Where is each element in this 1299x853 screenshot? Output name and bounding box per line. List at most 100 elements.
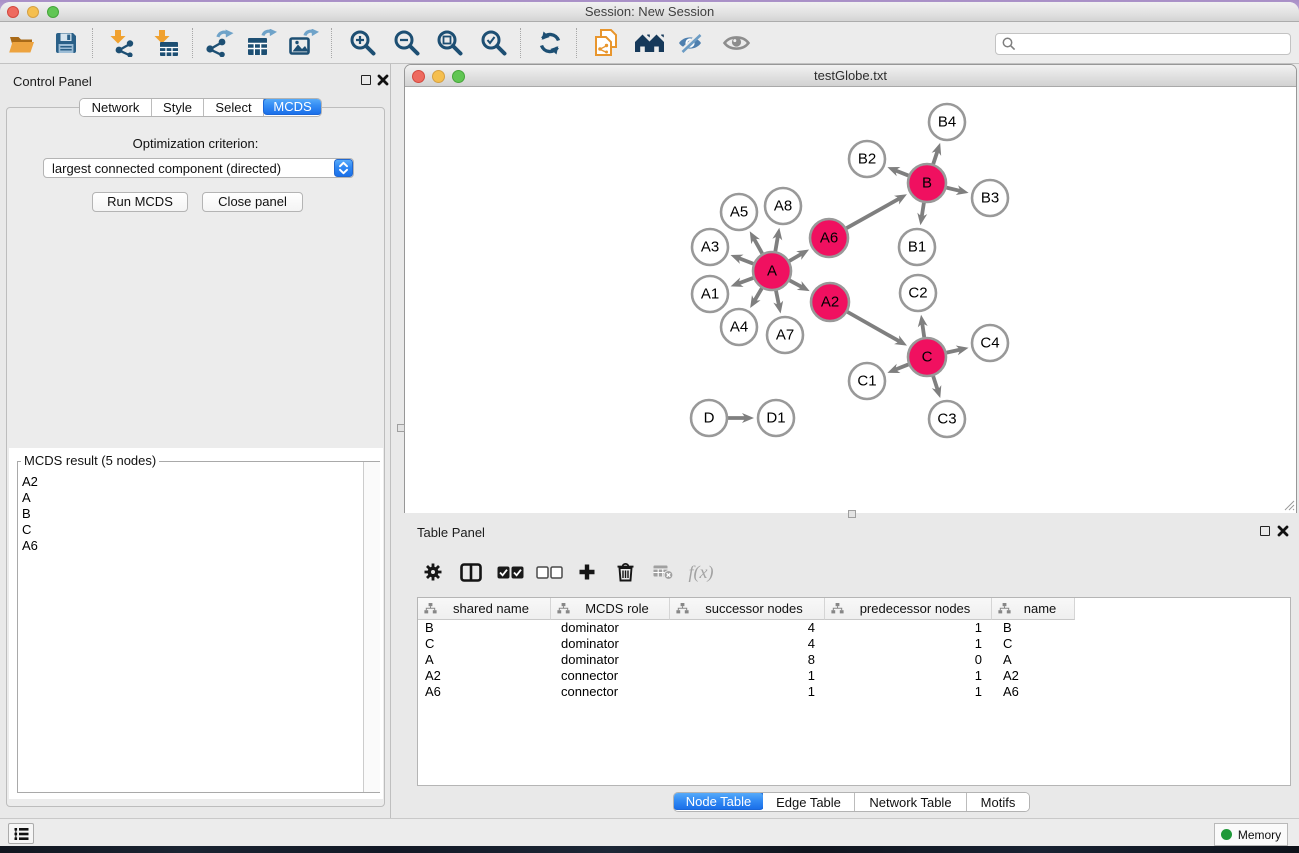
export-table-button[interactable] xyxy=(244,26,280,60)
delete-table-button[interactable] xyxy=(646,557,680,587)
graph-edge-C-C4[interactable] xyxy=(947,345,969,355)
bottom-splitter-handle[interactable] xyxy=(848,510,856,518)
open-session-button[interactable] xyxy=(4,26,40,60)
column-header[interactable]: predecessor nodes xyxy=(825,598,992,620)
graph-edge-A-A2[interactable] xyxy=(790,280,810,291)
tab-network-table[interactable]: Network Table xyxy=(855,793,967,811)
graph-edge-A-A6[interactable] xyxy=(789,250,809,261)
table-row[interactable]: A6connector11A6 xyxy=(418,684,1290,700)
table-close-icon[interactable] xyxy=(1276,524,1290,538)
graph-node-D[interactable]: D xyxy=(691,400,727,436)
graph-node-C3[interactable]: C3 xyxy=(929,401,965,437)
function-builder-button[interactable]: f(x) xyxy=(684,557,718,587)
import-network-button[interactable] xyxy=(104,26,140,60)
mcds-result-item[interactable]: C xyxy=(22,522,352,538)
column-header[interactable]: successor nodes xyxy=(670,598,825,620)
graph-node-B[interactable]: B xyxy=(908,164,946,202)
table-settings-button[interactable] xyxy=(416,557,450,587)
hide-eye-button[interactable] xyxy=(674,26,710,60)
refresh-button[interactable] xyxy=(532,26,568,60)
column-format-button[interactable] xyxy=(454,557,488,587)
graph-edge-B-B3[interactable] xyxy=(946,185,968,195)
window-resize-grip[interactable] xyxy=(1283,499,1295,511)
add-column-button[interactable] xyxy=(570,557,604,587)
export-image-button[interactable] xyxy=(286,26,322,60)
memory-button[interactable]: Memory xyxy=(1214,823,1288,846)
network-window-titlebar[interactable]: testGlobe.txt xyxy=(405,65,1296,87)
graph-node-C[interactable]: C xyxy=(908,338,946,376)
close-panel-icon[interactable] xyxy=(376,73,390,87)
graph-node-A3[interactable]: A3 xyxy=(692,229,728,265)
zoom-selected-button[interactable] xyxy=(476,26,512,60)
graph-node-B2[interactable]: B2 xyxy=(849,141,885,177)
graph-node-C4[interactable]: C4 xyxy=(972,325,1008,361)
graph-node-A6[interactable]: A6 xyxy=(810,219,848,257)
mcds-result-item[interactable]: A6 xyxy=(22,538,352,554)
graph-node-C1[interactable]: C1 xyxy=(849,363,885,399)
export-network-button[interactable] xyxy=(202,26,238,60)
tab-motifs[interactable]: Motifs xyxy=(967,793,1029,811)
mcds-result-item[interactable]: A xyxy=(22,490,352,506)
graph-edge-B-B4[interactable] xyxy=(932,143,942,164)
app-titlebar[interactable]: Session: New Session xyxy=(0,2,1299,22)
close-panel-button[interactable]: Close panel xyxy=(202,192,303,212)
network-canvas[interactable]: B4B2BB3A5A8A6A3B1AA1C2A2A4A7C4CC1C3DD1 xyxy=(405,87,1296,513)
mcds-result-item[interactable]: B xyxy=(22,506,352,522)
zoom-out-button[interactable] xyxy=(389,26,425,60)
graph-node-B3[interactable]: B3 xyxy=(972,180,1008,216)
graph-node-A4[interactable]: A4 xyxy=(721,309,757,345)
column-header[interactable]: shared name xyxy=(418,598,551,620)
table-row[interactable]: Cdominator41C xyxy=(418,636,1290,652)
graph-edge-C-C3[interactable] xyxy=(932,376,942,398)
graph-node-A5[interactable]: A5 xyxy=(721,194,757,230)
graph-edge-A2-C[interactable] xyxy=(847,312,907,346)
table-row[interactable]: Bdominator41B xyxy=(418,620,1290,636)
graph-edge-B-B2[interactable] xyxy=(887,167,908,176)
tab-network[interactable]: Network xyxy=(80,99,152,116)
home-button[interactable] xyxy=(632,26,668,60)
run-mcds-button[interactable]: Run MCDS xyxy=(92,192,188,212)
mcds-result-item[interactable]: A2 xyxy=(22,474,352,490)
unselect-all-columns-button[interactable] xyxy=(532,557,566,587)
graph-edge-A-A5[interactable] xyxy=(750,231,762,253)
graph-node-B4[interactable]: B4 xyxy=(929,104,965,140)
graph-node-B1[interactable]: B1 xyxy=(899,229,935,265)
graph-edge-A6-B[interactable] xyxy=(846,194,907,228)
copy-network-button[interactable] xyxy=(588,26,624,60)
tab-mcds[interactable]: MCDS xyxy=(263,98,322,115)
table-row[interactable]: A2connector11A2 xyxy=(418,668,1290,684)
tab-node-table[interactable]: Node Table xyxy=(673,792,764,810)
select-all-columns-button[interactable] xyxy=(493,557,527,587)
column-header[interactable]: name xyxy=(992,598,1075,620)
graph-edge-C-C2[interactable] xyxy=(918,315,928,337)
table-row[interactable]: Adominator80A xyxy=(418,652,1290,668)
zoom-fit-button[interactable] xyxy=(432,26,468,60)
graph-edge-A-A8[interactable] xyxy=(772,228,782,252)
graph-node-A1[interactable]: A1 xyxy=(692,276,728,312)
graph-edge-B-B1[interactable] xyxy=(917,203,927,226)
tab-edge-table[interactable]: Edge Table xyxy=(763,793,855,811)
table-float-icon[interactable] xyxy=(1260,526,1270,536)
search-field[interactable] xyxy=(995,33,1291,55)
criterion-select[interactable]: largest connected component (directed) xyxy=(43,158,354,178)
graph-edge-A-A1[interactable] xyxy=(731,277,754,286)
zoom-in-button[interactable] xyxy=(345,26,381,60)
graph-edge-D-D1[interactable] xyxy=(728,413,754,423)
graph-node-A[interactable]: A xyxy=(753,252,791,290)
graph-edge-A-A3[interactable] xyxy=(731,255,754,264)
graph-node-A7[interactable]: A7 xyxy=(767,317,803,353)
delete-column-button[interactable] xyxy=(608,557,642,587)
column-header[interactable]: MCDS role xyxy=(551,598,670,620)
search-input[interactable] xyxy=(1017,35,1290,53)
result-scrollbar[interactable] xyxy=(363,462,380,792)
tab-style[interactable]: Style xyxy=(152,99,204,116)
graph-node-D1[interactable]: D1 xyxy=(758,400,794,436)
left-splitter-handle[interactable] xyxy=(397,424,405,432)
graph-node-C2[interactable]: C2 xyxy=(900,275,936,311)
show-eye-button[interactable] xyxy=(719,26,755,60)
graph-edge-A-A7[interactable] xyxy=(773,291,783,314)
tab-select[interactable]: Select xyxy=(204,99,264,116)
graph-edge-A-A4[interactable] xyxy=(750,288,762,308)
float-panel-icon[interactable] xyxy=(361,75,371,85)
graph-edge-C-C1[interactable] xyxy=(887,364,908,373)
